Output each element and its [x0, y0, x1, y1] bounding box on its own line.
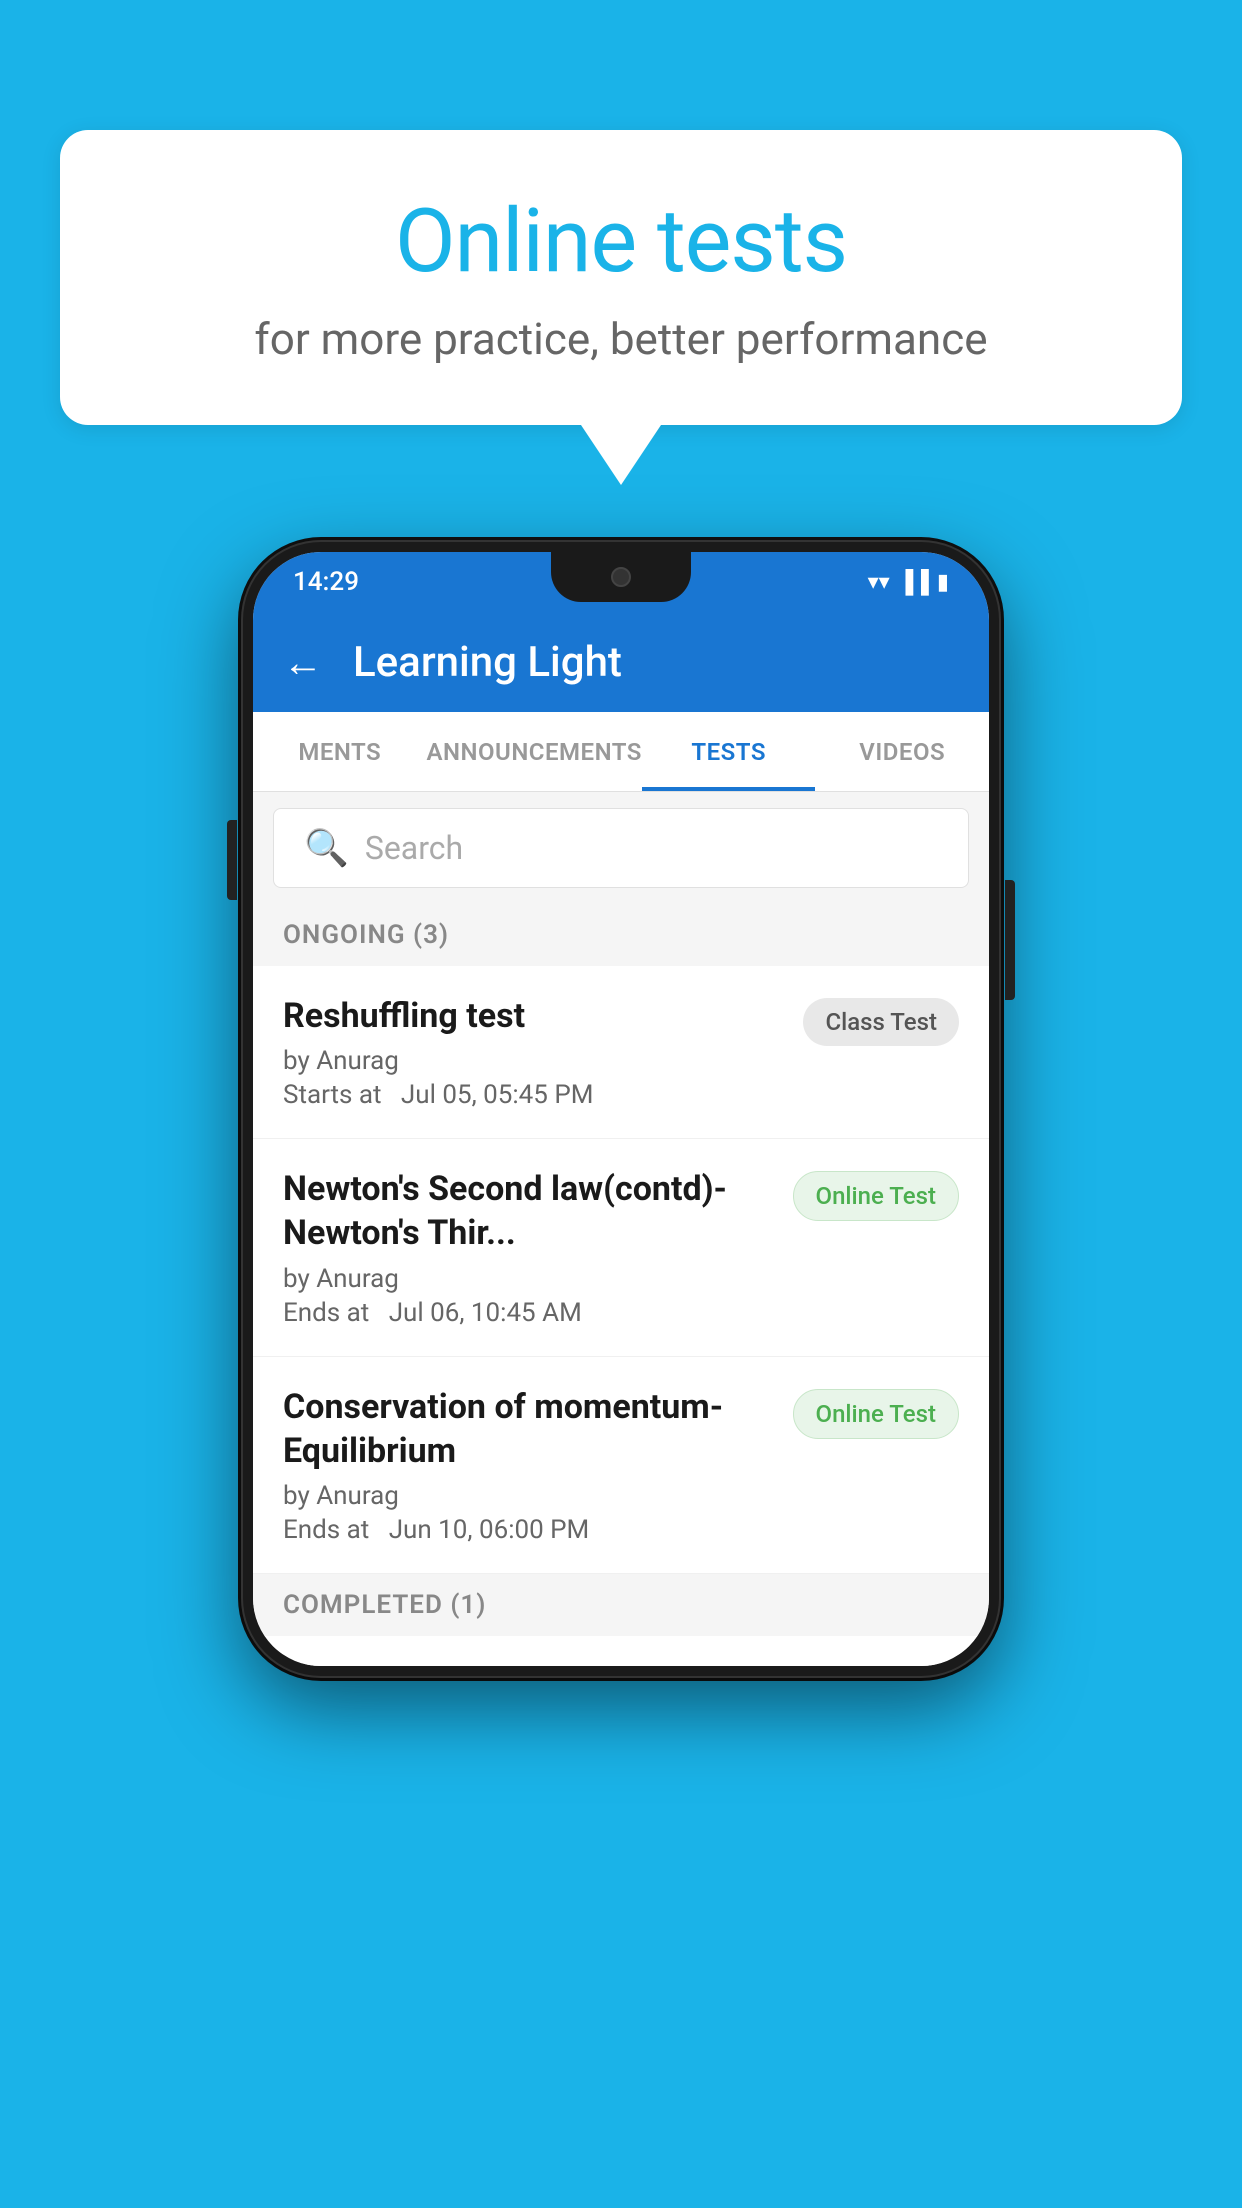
tab-bar: MENTS ANNOUNCEMENTS TESTS VIDEOS	[253, 712, 989, 792]
test-author-2: by Anurag	[283, 1264, 773, 1294]
test-time-1: Starts at Jul 05, 05:45 PM	[283, 1080, 783, 1110]
tab-ments[interactable]: MENTS	[253, 712, 427, 791]
ongoing-section-header: ONGOING (3)	[253, 904, 989, 966]
test-badge-2: Online Test	[793, 1171, 959, 1221]
test-badge-1: Class Test	[803, 998, 959, 1046]
app-bar: ← Learning Light	[253, 612, 989, 712]
notch	[551, 552, 691, 602]
phone-bottom-spacer	[253, 1636, 989, 1666]
status-icons: ▾▾ ▐▐ ▮	[868, 569, 949, 595]
back-button[interactable]: ←	[283, 639, 323, 686]
status-bar: 14:29 ▾▾ ▐▐ ▮	[253, 552, 989, 612]
app-title: Learning Light	[353, 638, 622, 687]
phone-frame: 14:29 ▾▾ ▐▐ ▮ ← Learning Light MENTS	[241, 540, 1001, 1678]
speech-bubble-subtitle: for more practice, better performance	[140, 313, 1102, 365]
completed-section-header: COMPLETED (1)	[253, 1574, 989, 1636]
search-bar[interactable]: 🔍 Search	[273, 808, 969, 888]
test-info-3: Conservation of momentum-Equilibrium by …	[283, 1385, 773, 1545]
test-item-1[interactable]: Reshuffling test by Anurag Starts at Jul…	[253, 966, 989, 1139]
test-badge-3: Online Test	[793, 1389, 959, 1439]
test-author-3: by Anurag	[283, 1481, 773, 1511]
phone-screen: 14:29 ▾▾ ▐▐ ▮ ← Learning Light MENTS	[253, 552, 989, 1666]
test-list: Reshuffling test by Anurag Starts at Jul…	[253, 966, 989, 1574]
test-info-2: Newton's Second law(contd)-Newton's Thir…	[283, 1167, 773, 1327]
speech-bubble-container: Online tests for more practice, better p…	[60, 130, 1182, 485]
phone-container: 14:29 ▾▾ ▐▐ ▮ ← Learning Light MENTS	[241, 540, 1001, 1678]
test-time-2: Ends at Jul 06, 10:45 AM	[283, 1298, 773, 1328]
test-title-2: Newton's Second law(contd)-Newton's Thir…	[283, 1167, 773, 1255]
signal-icon: ▐▐	[898, 569, 929, 595]
speech-bubble-arrow	[581, 425, 661, 485]
search-input[interactable]: Search	[365, 829, 463, 867]
test-title-1: Reshuffling test	[283, 994, 783, 1038]
camera-dot	[611, 567, 631, 587]
speech-bubble-title: Online tests	[140, 190, 1102, 293]
test-title-3: Conservation of momentum-Equilibrium	[283, 1385, 773, 1473]
test-time-3: Ends at Jun 10, 06:00 PM	[283, 1515, 773, 1545]
test-info-1: Reshuffling test by Anurag Starts at Jul…	[283, 994, 783, 1110]
wifi-icon: ▾▾	[868, 570, 890, 595]
test-item-3[interactable]: Conservation of momentum-Equilibrium by …	[253, 1357, 989, 1574]
tab-announcements[interactable]: ANNOUNCEMENTS	[427, 712, 642, 791]
test-item-2[interactable]: Newton's Second law(contd)-Newton's Thir…	[253, 1139, 989, 1356]
search-container: 🔍 Search	[253, 792, 989, 904]
search-icon: 🔍	[304, 827, 349, 869]
battery-icon: ▮	[937, 570, 949, 595]
speech-bubble: Online tests for more practice, better p…	[60, 130, 1182, 425]
tab-videos[interactable]: VIDEOS	[815, 712, 989, 791]
tab-tests[interactable]: TESTS	[642, 712, 816, 791]
test-author-1: by Anurag	[283, 1046, 783, 1076]
status-time: 14:29	[293, 567, 359, 597]
